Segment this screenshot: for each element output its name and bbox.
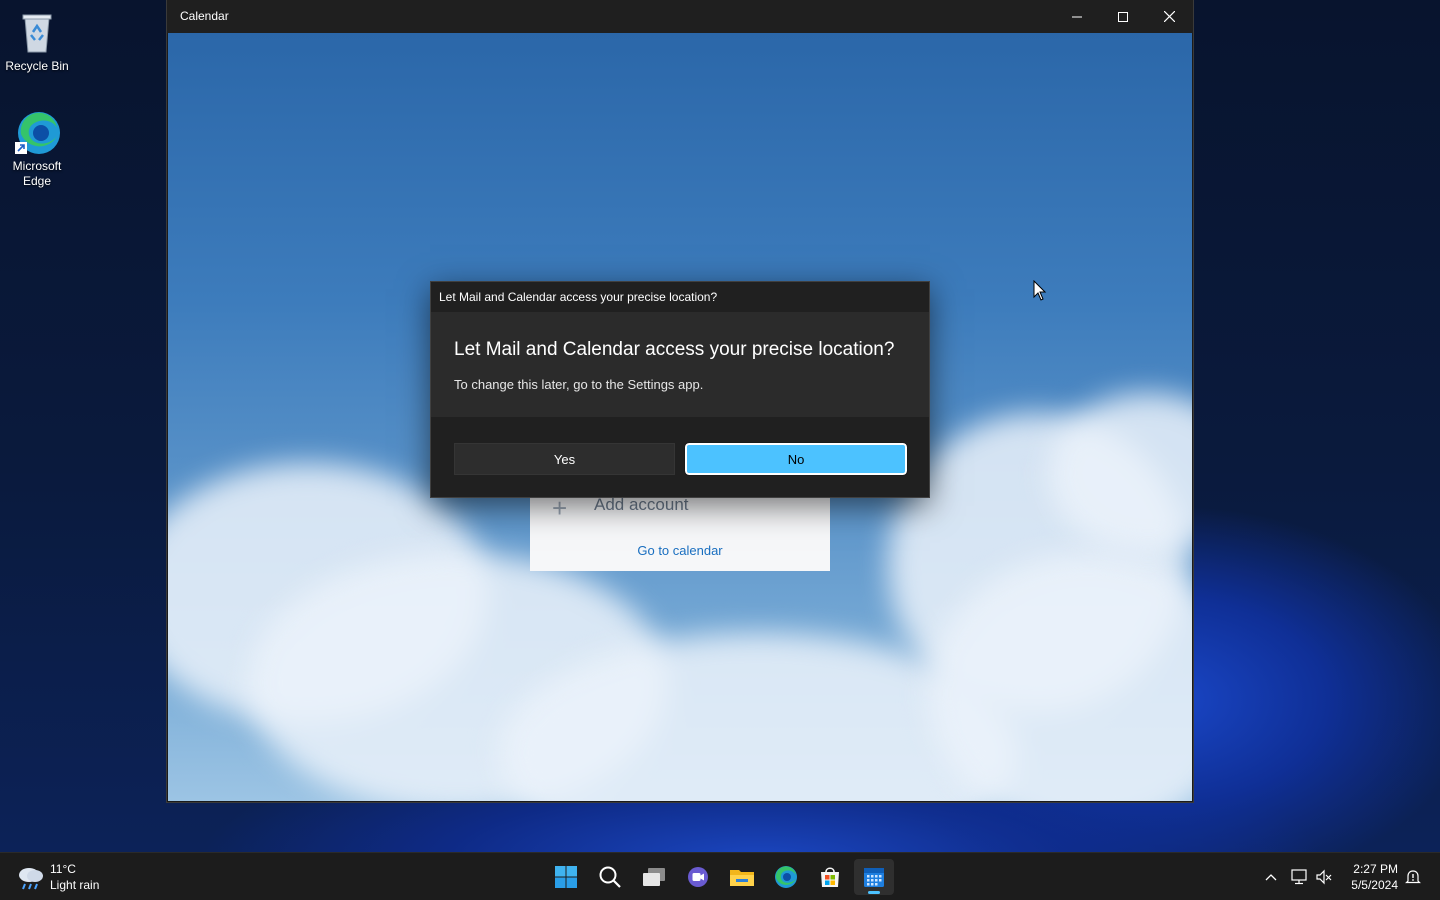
dialog-titlebar[interactable]: Let Mail and Calendar access your precis… — [431, 282, 929, 312]
network-button[interactable] — [1289, 867, 1309, 887]
weather-temperature: 11°C — [50, 862, 76, 876]
clock[interactable]: 2:27 PM 5/5/2024 — [1340, 861, 1398, 893]
calendar-icon — [864, 868, 884, 887]
volume-muted-icon — [1316, 869, 1332, 885]
search-icon — [599, 866, 621, 888]
clock-date: 5/5/2024 — [1351, 878, 1398, 892]
chat-button[interactable] — [678, 859, 718, 895]
notification-bell-icon — [1405, 870, 1421, 884]
rain-cloud-icon — [19, 868, 43, 890]
close-icon — [1163, 11, 1175, 22]
maximize-button[interactable] — [1100, 0, 1146, 33]
yes-button[interactable]: Yes — [454, 443, 675, 475]
add-account-label: Add account — [594, 495, 689, 514]
start-button[interactable] — [546, 859, 586, 895]
no-button[interactable]: No — [684, 442, 908, 476]
notifications-button[interactable] — [1403, 867, 1423, 887]
recycle-bin-shortcut[interactable]: Recycle Bin — [0, 8, 74, 74]
volume-button[interactable] — [1314, 867, 1334, 887]
clock-time: 2:27 PM — [1353, 862, 1398, 876]
dialog-body: To change this later, go to the Settings… — [454, 377, 704, 392]
edge-shortcut[interactable]: Microsoft Edge — [0, 108, 74, 189]
minimize-icon — [1072, 16, 1082, 17]
window-titlebar[interactable]: Calendar — [167, 0, 1193, 33]
mouse-cursor-icon — [1033, 280, 1047, 301]
location-permission-dialog: Let Mail and Calendar access your precis… — [430, 281, 930, 498]
edge-icon — [775, 866, 797, 888]
task-view-button[interactable] — [634, 859, 674, 895]
go-to-calendar-link[interactable]: Go to calendar — [530, 543, 830, 558]
show-hidden-icons-button[interactable] — [1261, 867, 1281, 887]
dialog-title: Let Mail and Calendar access your precis… — [439, 290, 718, 304]
edge-button[interactable] — [766, 859, 806, 895]
recycle-bin-label: Recycle Bin — [5, 59, 69, 73]
dialog-heading: Let Mail and Calendar access your precis… — [454, 339, 895, 360]
calendar-button[interactable] — [854, 859, 894, 895]
account-card: + Add account Go to calendar — [530, 493, 830, 571]
edge-shortcut-icon — [13, 108, 61, 156]
recycle-bin-icon — [13, 8, 61, 56]
chat-icon — [688, 867, 708, 887]
search-button[interactable] — [590, 859, 630, 895]
edge-shortcut-label: Microsoft Edge — [12, 159, 62, 188]
store-icon — [821, 867, 839, 887]
task-view-icon — [643, 868, 665, 886]
maximize-icon — [1118, 11, 1128, 22]
close-button[interactable] — [1146, 0, 1192, 33]
minimize-button[interactable] — [1054, 0, 1100, 33]
weather-condition: Light rain — [50, 878, 100, 892]
chevron-up-icon — [1265, 874, 1277, 881]
store-button[interactable] — [810, 859, 850, 895]
file-explorer-button[interactable] — [722, 859, 762, 895]
dialog-footer: Yes No — [431, 417, 929, 497]
start-icon — [555, 866, 577, 888]
file-explorer-icon — [730, 870, 754, 886]
active-app-indicator — [868, 891, 880, 894]
taskbar: 11°C Light rain 2:27 PM 5/5/2024 — [0, 852, 1440, 900]
window-title: Calendar — [180, 9, 229, 23]
network-icon — [1291, 869, 1307, 885]
